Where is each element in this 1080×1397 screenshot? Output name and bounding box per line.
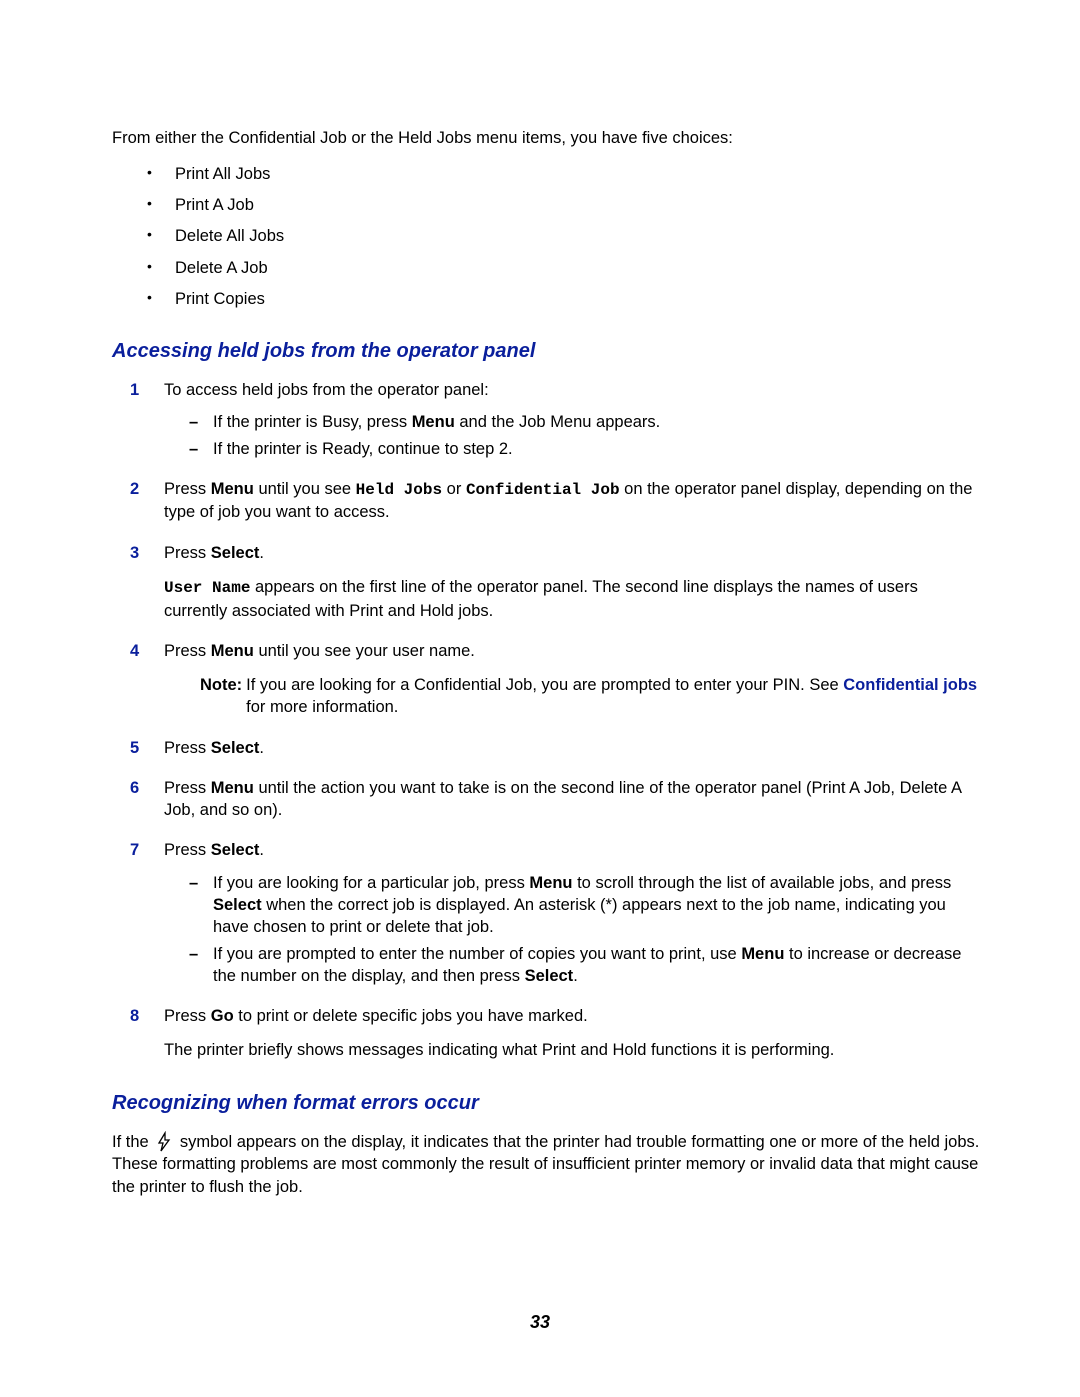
step-text: Press Menu until you see your user name.: [164, 642, 475, 660]
choices-list: Print All Jobs Print A Job Delete All Jo…: [147, 163, 980, 310]
list-item: If you are prompted to enter the number …: [189, 943, 980, 988]
page-number: 33: [0, 1312, 1080, 1333]
heading-accessing: Accessing held jobs from the operator pa…: [112, 338, 980, 365]
list-item: Print A Job: [147, 194, 980, 216]
list-item: If you are looking for a particular job,…: [189, 872, 980, 939]
heading-errors: Recognizing when format errors occur: [112, 1090, 980, 1117]
step-3-followup: User Name appears on the first line of t…: [164, 576, 980, 622]
step-text: Press Select.: [164, 841, 264, 859]
intro-paragraph: From either the Confidential Job or the …: [112, 127, 980, 149]
step-text: Press Go to print or delete specific job…: [164, 1007, 588, 1025]
list-item: Print All Jobs: [147, 163, 980, 185]
list-item: If the printer is Ready, continue to ste…: [189, 438, 980, 460]
page-content: From either the Confidential Job or the …: [0, 0, 1080, 1198]
list-item: Delete A Job: [147, 257, 980, 279]
list-item: Delete All Jobs: [147, 225, 980, 247]
step-6: Press Menu until the action you want to …: [130, 777, 980, 822]
step-8-followup: The printer briefly shows messages indic…: [164, 1039, 980, 1061]
step-2: Press Menu until you see Held Jobs or Co…: [130, 478, 980, 524]
step-7: Press Select. If you are looking for a p…: [130, 839, 980, 987]
steps-list: To access held jobs from the operator pa…: [130, 379, 980, 1062]
step-8: Press Go to print or delete specific job…: [130, 1005, 980, 1062]
step-text: Press Menu until the action you want to …: [164, 779, 961, 819]
step-text: Press Select.: [164, 739, 264, 757]
errors-pre: If the: [112, 1133, 153, 1151]
list-item: Print Copies: [147, 288, 980, 310]
errors-paragraph: If the symbol appears on the display, it…: [112, 1131, 980, 1198]
step-1: To access held jobs from the operator pa…: [130, 379, 980, 460]
lightning-icon: [155, 1131, 173, 1153]
step-1-sublist: If the printer is Busy, press Menu and t…: [189, 411, 980, 460]
step-4: Press Menu until you see your user name.…: [130, 640, 980, 719]
errors-post: symbol appears on the display, it indica…: [112, 1133, 979, 1196]
step-text: Press Select.: [164, 544, 264, 562]
note-text: If you are looking for a Confidential Jo…: [246, 674, 980, 719]
step-7-sublist: If you are looking for a particular job,…: [189, 872, 980, 987]
list-item: If the printer is Busy, press Menu and t…: [189, 411, 980, 433]
note-block: Note: If you are looking for a Confident…: [198, 674, 980, 719]
step-3: Press Select. User Name appears on the f…: [130, 542, 980, 622]
note-label: Note:: [200, 674, 242, 719]
step-text: To access held jobs from the operator pa…: [164, 381, 489, 399]
step-text: Press Menu until you see Held Jobs or Co…: [164, 480, 972, 522]
step-5: Press Select.: [130, 737, 980, 759]
